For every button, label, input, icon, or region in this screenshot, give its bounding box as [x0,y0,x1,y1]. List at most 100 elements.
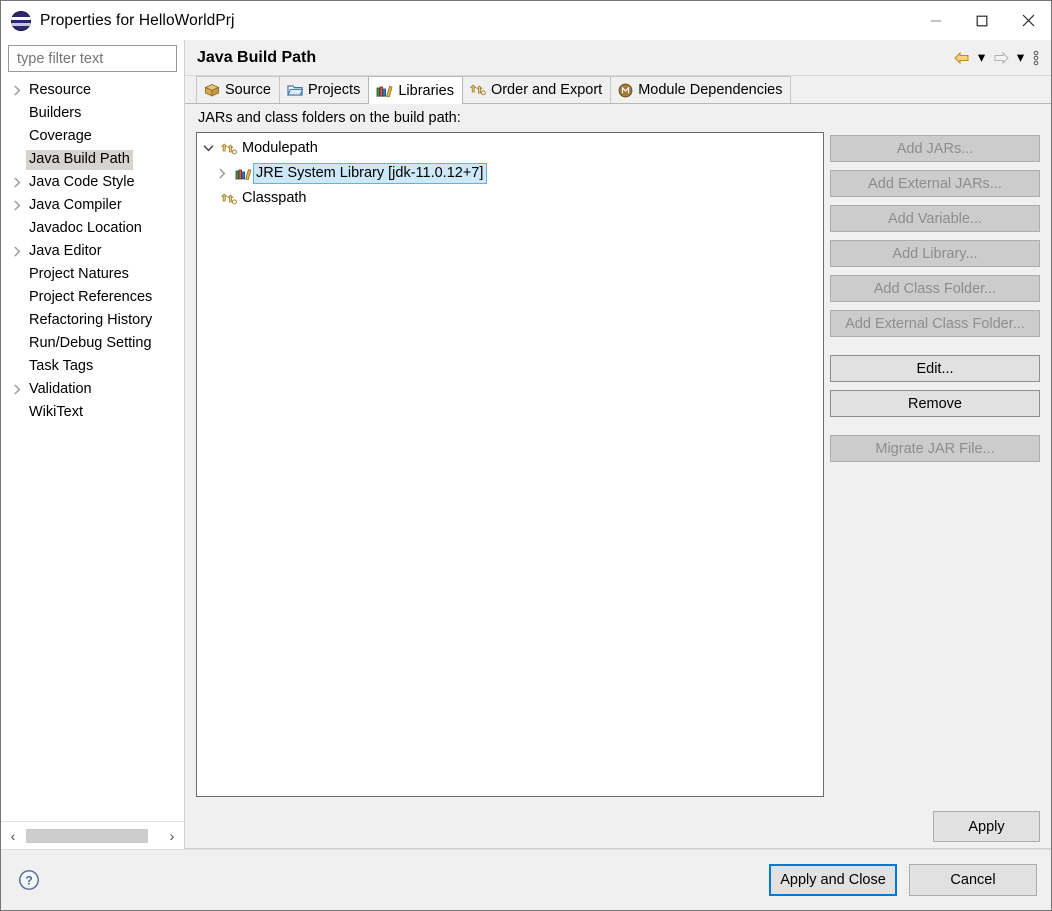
scroll-left-icon[interactable]: ‹ [3,826,23,846]
view-menu-icon[interactable] [1029,50,1043,66]
panel-description: JARs and class folders on the build path… [198,110,461,126]
sidebar-item-java-code-style[interactable]: Java Code Style [1,171,184,194]
filter-box[interactable] [8,45,177,72]
chevron-right-icon[interactable] [9,246,26,257]
tab-source[interactable]: Source [196,76,280,103]
sidebar-item-refactoring-history[interactable]: Refactoring History [1,309,184,332]
cancel-button[interactable]: Cancel [909,864,1037,896]
tab-bar[interactable]: Source Projects Libraries Order and Export M… [185,76,1051,104]
tab-order-and-export[interactable]: Order and Export [461,76,612,103]
sidebar-item-label: WikiText [29,403,83,420]
tab-label: Order and Export [490,82,603,98]
jre-library-icon [233,167,253,181]
sidebar-item-coverage[interactable]: Coverage [1,125,184,148]
scroll-track[interactable] [23,828,162,843]
sidebar-item-task-tags[interactable]: Task Tags [1,355,184,378]
chevron-right-icon[interactable] [211,168,233,179]
dialog-body: ResourceBuildersCoverageJava Build PathJ… [1,40,1051,849]
sidebar-item-resource[interactable]: Resource [1,79,184,102]
svg-text:?: ? [25,874,32,888]
order-export-icon [469,83,486,97]
libraries-books-icon [376,84,393,98]
filter-input[interactable] [15,49,170,68]
sidebar-item-javadoc-location[interactable]: Javadoc Location [1,217,184,240]
sidebar-item-label: Project References [29,288,153,305]
sidebar-item-wikitext[interactable]: WikiText [1,401,184,424]
sidebar-item-label: Java Editor [29,242,102,259]
maximize-button[interactable] [959,1,1005,40]
tree-row-label: Modulepath [242,140,318,156]
sidebar-item-label: Project Natures [29,265,129,282]
sidebar-item-label: Builders [29,104,82,121]
settings-page: Java Build Path ▾ ▾ Source Projects Libr… [185,40,1051,849]
apply-and-close-button[interactable]: Apply and Close [769,864,897,896]
sidebar-item-java-editor[interactable]: Java Editor [1,240,184,263]
window-controls [913,1,1051,40]
sidebar-item-project-references[interactable]: Project References [1,286,184,309]
page-title: Java Build Path [197,48,317,66]
tab-label: Source [225,82,271,98]
tree-row-label: Classpath [242,190,307,206]
settings-sidebar: Resource Builders Coverage Java Build Path J… [1,40,185,849]
sidebar-item-java-build-path[interactable]: Java Build Path [1,148,184,171]
sidebar-item-label: Java Build Path [26,149,133,170]
scroll-right-icon[interactable]: › [162,826,182,846]
tree-row-label: JRE System Library [jdk-11.0.12+7] [253,163,488,184]
tab-label: Projects [307,82,361,98]
dialog-footer: ? Apply and Close Cancel [1,849,1051,910]
tree-row[interactable]: Classpath [197,186,823,211]
tree-row[interactable]: JRE System Library [jdk-11.0.12+7] [197,161,823,186]
chevron-down-icon[interactable] [197,144,219,153]
add-external-class-folder-button: Add External Class Folder... [830,310,1040,337]
close-button[interactable] [1005,1,1051,40]
eclipse-icon [11,10,31,31]
sidebar-item-label: Run/Debug Setting [29,334,152,351]
back-arrow-icon[interactable] [951,51,973,65]
sidebar-item-label: Validation [29,380,92,397]
tree-row[interactable]: Modulepath [197,136,823,161]
chevron-right-icon[interactable] [9,384,26,395]
remove-button[interactable]: Remove [830,390,1040,417]
sidebar-item-label: Coverage [29,127,92,144]
back-history-caret-icon[interactable]: ▾ [975,50,988,66]
add-jars-button: Add JARs... [830,135,1040,162]
classpath-icon [219,192,239,206]
scroll-thumb[interactable] [26,828,148,843]
chevron-right-icon[interactable] [9,85,26,96]
forward-arrow-icon [990,51,1012,65]
forward-history-caret-icon[interactable]: ▾ [1014,50,1027,66]
modulepath-icon [219,142,239,156]
tab-libraries[interactable]: Libraries [368,76,463,104]
sidebar-item-label: Refactoring History [29,311,153,328]
folder-icon [287,83,303,97]
sidebar-item-label: Task Tags [29,357,94,374]
add-external-jars-button: Add External JARs... [830,170,1040,197]
module-icon [618,83,633,98]
add-library-button: Add Library... [830,240,1040,267]
title-bar: Properties for HelloWorldPrj [1,1,1051,40]
sidebar-item-java-compiler[interactable]: Java Compiler [1,194,184,217]
page-nav-icons: ▾ ▾ [951,40,1043,76]
minimize-button[interactable] [913,1,959,40]
edit-button[interactable]: Edit... [830,355,1040,382]
settings-tree[interactable]: Resource Builders Coverage Java Build Path J… [1,78,184,821]
chevron-right-icon[interactable] [9,177,26,188]
build-path-tree[interactable]: Modulepath JRE System Library [jdk-11.0.1… [196,132,824,797]
sidebar-item-run-debug-setting[interactable]: Run/Debug Setting [1,332,184,355]
chevron-right-icon[interactable] [9,200,26,211]
sidebar-item-validation[interactable]: Validation [1,378,184,401]
tab-label: Module Dependencies [638,82,783,98]
tab-module-dependencies[interactable]: Module Dependencies [610,76,792,103]
add-class-folder-button: Add Class Folder... [830,275,1040,302]
sidebar-item-project-natures[interactable]: Project Natures [1,263,184,286]
apply-row: Apply [185,805,1051,849]
build-path-actions: Add JARs... Add External JARs... Add Varia… [830,132,1040,797]
apply-button[interactable]: Apply [933,811,1040,842]
libraries-tab-panel: JARs and class folders on the build path… [185,104,1051,805]
sidebar-horizontal-scrollbar[interactable]: ‹ › [1,821,184,849]
source-package-icon [204,83,220,97]
help-question-icon[interactable]: ? [18,869,40,891]
sidebar-item-builders[interactable]: Builders [1,102,184,125]
tab-projects[interactable]: Projects [278,76,370,103]
add-variable-button: Add Variable... [830,205,1040,232]
